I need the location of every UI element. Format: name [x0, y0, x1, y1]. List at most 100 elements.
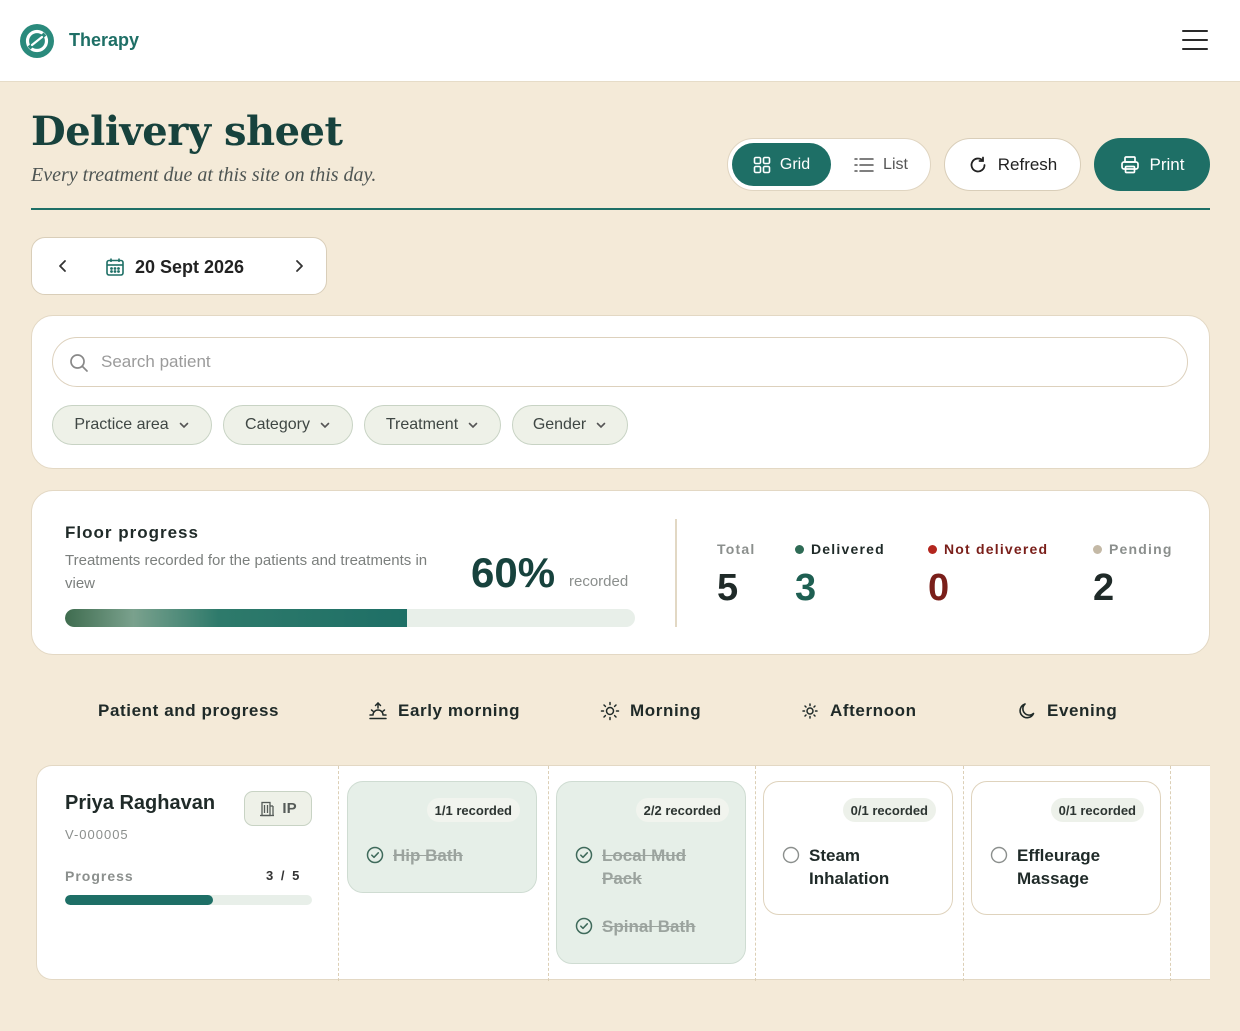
- filter-panel: Practice area Category Treatment Gender: [31, 315, 1210, 469]
- building-icon: [260, 801, 275, 816]
- date-picker: 20 Sept 2026: [31, 237, 327, 295]
- empty-circle-icon: [782, 846, 800, 864]
- list-icon: [854, 157, 874, 172]
- slot-recorded-badge: 0/1 recorded: [842, 798, 936, 822]
- stat-total: Total 5: [717, 541, 755, 610]
- header-label: Afternoon: [830, 701, 917, 720]
- header-early-morning: Early morning: [368, 698, 520, 724]
- treatment-name: Spinal Bath: [602, 917, 696, 936]
- grid-view-button[interactable]: Grid: [732, 143, 831, 186]
- stat-label: Pending: [1093, 541, 1173, 557]
- slot-recorded-badge: 2/2 recorded: [635, 798, 729, 822]
- print-label: Print: [1149, 154, 1185, 174]
- floor-progress-percent: 60%: [471, 549, 556, 596]
- check-circle-icon: [575, 917, 593, 935]
- treatment-item[interactable]: Effleurage Massage: [990, 844, 1130, 890]
- chevron-left-icon[interactable]: [52, 255, 74, 277]
- filter-category[interactable]: Category: [223, 405, 353, 445]
- filter-gender[interactable]: Gender: [512, 405, 628, 445]
- delivered-dot-icon: [795, 544, 804, 554]
- pending-dot-icon: [1093, 544, 1102, 554]
- empty-circle-icon: [990, 846, 1008, 864]
- title-divider: [31, 208, 1210, 210]
- sunrise-icon: [369, 701, 387, 720]
- floor-progress-card: Floor progress Treatments recorded for t…: [31, 490, 1210, 655]
- calendar-icon: [106, 258, 124, 276]
- sun-icon: [600, 701, 620, 721]
- stat-label-text: Total: [717, 541, 756, 557]
- header-label: Patient and progress: [98, 701, 280, 720]
- treatment-name: Steam Inhalation: [809, 846, 890, 888]
- header-patient-progress: Patient and progress: [98, 698, 279, 724]
- stat-label: Not delivered: [928, 541, 1048, 557]
- app-name[interactable]: Therapy: [69, 30, 139, 51]
- refresh-button[interactable]: Refresh: [944, 138, 1081, 191]
- stat-delivered: Delivered 3: [795, 541, 885, 610]
- patient-progress-bar: [65, 895, 312, 905]
- floor-progress-recorded-label: recorded: [569, 573, 629, 590]
- floor-progress-title: Floor progress: [65, 523, 199, 542]
- stat-value: 0: [928, 567, 950, 609]
- treatment-item[interactable]: Spinal Bath: [575, 915, 696, 938]
- treatment-item[interactable]: Steam Inhalation: [782, 844, 922, 890]
- patient-progress-label: Progress: [65, 868, 134, 884]
- patient-progress-count: 3 / 5: [266, 868, 302, 883]
- sun-small-icon: [802, 703, 818, 719]
- printer-icon: [1120, 155, 1139, 173]
- selected-date[interactable]: 20 Sept 2026: [135, 257, 244, 278]
- refresh-label: Refresh: [997, 154, 1058, 174]
- moon-icon: [1019, 703, 1035, 719]
- floor-progress-fill: [65, 609, 407, 627]
- check-circle-icon: [366, 846, 384, 864]
- column-divider: [755, 766, 756, 981]
- patient-id: V-000005: [65, 827, 129, 842]
- slot-morning[interactable]: 2/2 recorded Local Mud Pack Spinal Bath: [556, 781, 746, 964]
- print-button[interactable]: Print: [1094, 138, 1210, 191]
- stat-label-text: Delivered: [811, 541, 885, 557]
- app-logo-icon[interactable]: [20, 24, 54, 58]
- header-label: Morning: [630, 701, 702, 720]
- treatment-name: Effleurage Massage: [1017, 846, 1101, 888]
- header-label: Early morning: [398, 701, 521, 720]
- ip-label: IP: [282, 800, 297, 817]
- slot-recorded-badge: 1/1 recorded: [426, 798, 520, 822]
- chevron-right-icon[interactable]: [288, 255, 310, 277]
- ip-badge: IP: [244, 791, 312, 826]
- stat-value: 2: [1093, 567, 1115, 609]
- check-circle-icon: [575, 846, 593, 864]
- stat-value: 5: [717, 567, 739, 609]
- stat-label-text: Not delivered: [944, 541, 1049, 557]
- grid-icon: [753, 156, 771, 173]
- treatment-item[interactable]: Hip Bath: [366, 844, 463, 867]
- patient-name[interactable]: Priya Raghavan: [65, 792, 215, 815]
- filter-label: Category: [245, 416, 310, 433]
- filter-practice-area[interactable]: Practice area: [52, 405, 212, 445]
- column-divider: [338, 766, 339, 981]
- slot-afternoon[interactable]: 0/1 recorded Steam Inhalation: [763, 781, 953, 915]
- filter-label: Practice area: [74, 416, 169, 433]
- header-afternoon: Afternoon: [800, 698, 917, 724]
- filter-label: Gender: [532, 416, 587, 433]
- stat-label: Total: [717, 541, 755, 557]
- stat-not-delivered: Not delivered 0: [928, 541, 1048, 610]
- column-divider: [963, 766, 964, 981]
- chevron-down-icon: [320, 422, 330, 429]
- column-divider: [548, 766, 549, 981]
- chevron-down-icon: [468, 422, 478, 429]
- list-view-button[interactable]: List: [835, 143, 927, 186]
- header-evening: Evening: [1017, 698, 1117, 724]
- menu-icon[interactable]: [1182, 30, 1208, 52]
- slot-evening[interactable]: 0/1 recorded Effleurage Massage: [971, 781, 1161, 915]
- stats-divider: [675, 519, 677, 627]
- stat-label-text: Pending: [1109, 541, 1173, 557]
- chevron-down-icon: [596, 422, 606, 429]
- slot-early-morning[interactable]: 1/1 recorded Hip Bath: [347, 781, 537, 893]
- filter-treatment[interactable]: Treatment: [364, 405, 501, 445]
- stat-value: 3: [795, 567, 817, 609]
- floor-progress-description: Treatments recorded for the patients and…: [65, 552, 428, 592]
- filter-label: Treatment: [385, 416, 459, 433]
- floor-progress-bar: [65, 609, 635, 627]
- search-input[interactable]: [101, 338, 1171, 386]
- treatment-item[interactable]: Local Mud Pack: [575, 844, 705, 890]
- stat-label: Delivered: [795, 541, 885, 557]
